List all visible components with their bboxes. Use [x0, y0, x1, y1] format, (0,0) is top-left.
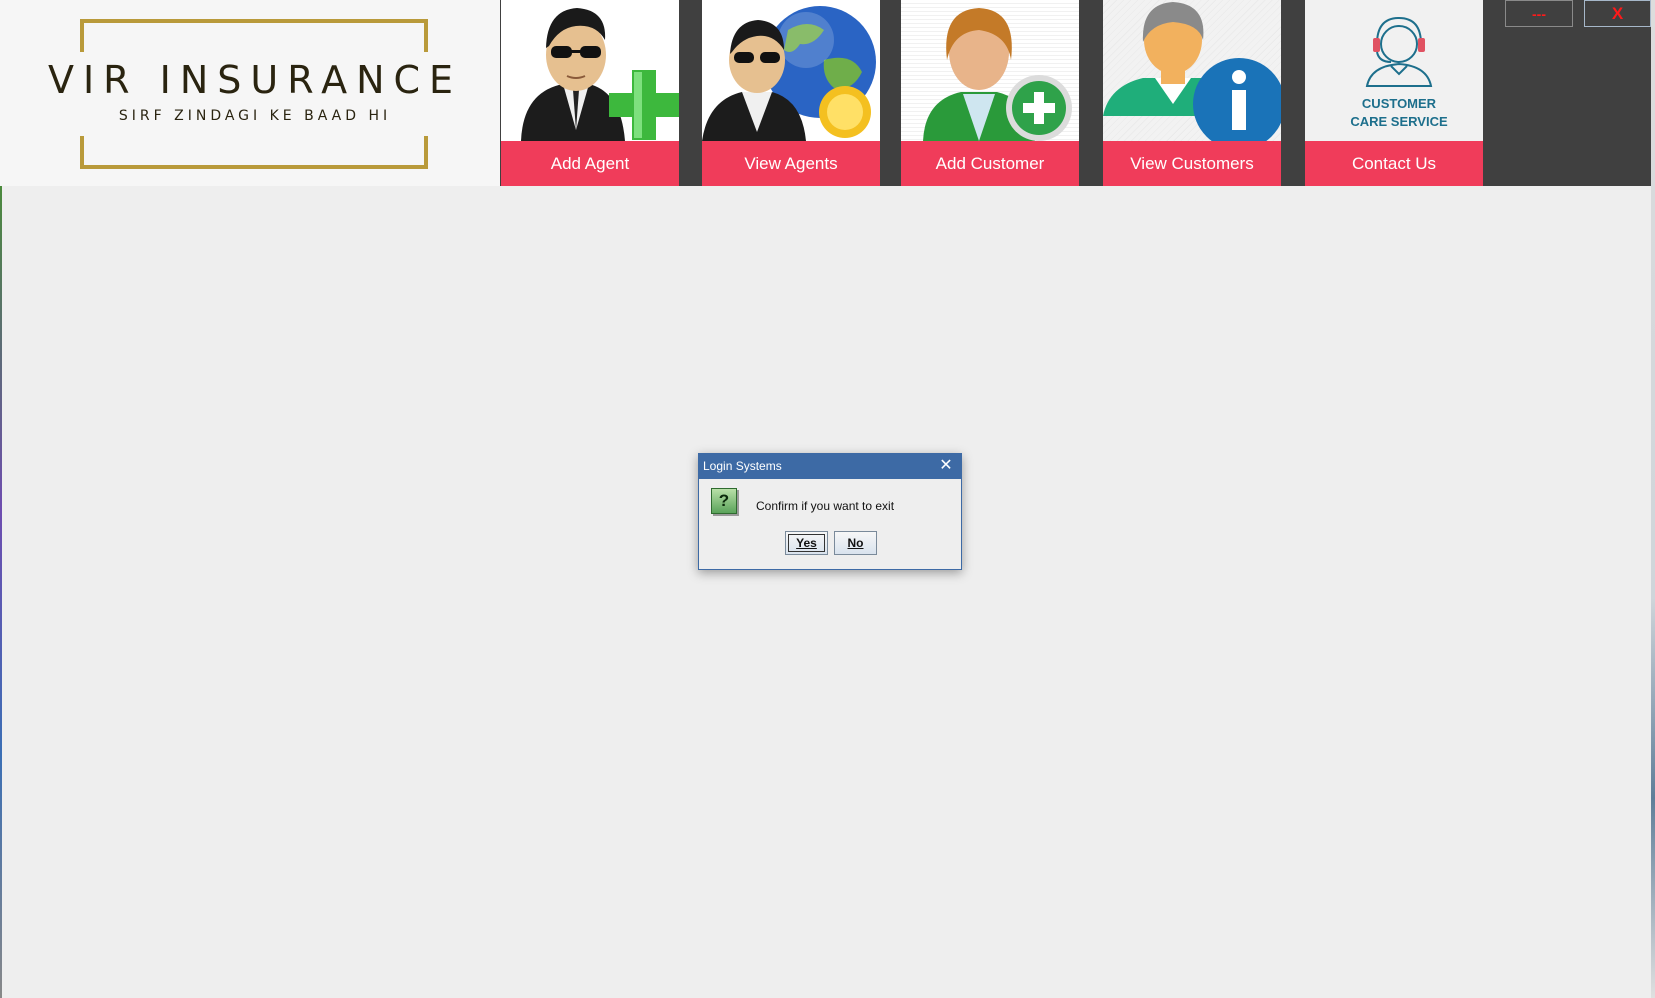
contact-us-button[interactable]: CUSTOMER CARE SERVICE Contact Us — [1305, 0, 1483, 186]
brand-logo: VIR INSURANCE SIRF ZINDAGI KE BAAD HI — [0, 0, 500, 186]
dialog-message: Confirm if you want to exit — [756, 499, 895, 513]
add-agent-button[interactable]: Add Agent — [501, 0, 679, 186]
care-text-line-2: CARE SERVICE — [1350, 114, 1448, 129]
top-navigation-bar: VIR INSURANCE SIRF ZINDAGI KE BAAD HI Ad… — [0, 0, 1651, 186]
minimize-button[interactable]: --- — [1505, 0, 1573, 27]
brand-tagline: SIRF ZINDAGI KE BAAD HI — [118, 108, 392, 124]
view-agents-button[interactable]: View Agents — [702, 0, 880, 186]
customer-care-icon: CUSTOMER CARE SERVICE — [1305, 0, 1483, 141]
no-label: No — [847, 536, 864, 550]
customer-add-icon — [901, 0, 1079, 141]
desktop-edge-strip-right — [1651, 0, 1655, 998]
nav-label: Add Agent — [501, 141, 679, 186]
nav-label: View Agents — [702, 141, 880, 186]
desktop-edge-strip — [0, 186, 2, 998]
care-text-line-1: CUSTOMER — [1362, 96, 1437, 111]
exit-confirm-dialog: Login Systems ✕ ? Confirm if you want to… — [698, 453, 962, 570]
close-button[interactable]: X — [1584, 0, 1651, 27]
view-customers-button[interactable]: View Customers — [1103, 0, 1281, 186]
dialog-title: Login Systems — [703, 459, 782, 473]
nav-label: Add Customer — [901, 141, 1079, 186]
brand-title: VIR INSURANCE — [47, 58, 463, 102]
yes-button[interactable]: Yes — [785, 531, 828, 555]
question-icon: ? — [711, 488, 737, 514]
agent-add-icon — [501, 0, 679, 141]
dialog-title-bar[interactable]: Login Systems ✕ — [699, 454, 961, 479]
dialog-close-icon[interactable]: ✕ — [937, 454, 955, 479]
agent-globe-icon — [702, 0, 880, 141]
no-button[interactable]: No — [834, 531, 877, 555]
customer-info-icon — [1103, 0, 1281, 141]
add-customer-button[interactable]: Add Customer — [901, 0, 1079, 186]
nav-label: View Customers — [1103, 141, 1281, 186]
yes-label: Yes — [796, 536, 817, 550]
nav-label: Contact Us — [1305, 141, 1483, 186]
